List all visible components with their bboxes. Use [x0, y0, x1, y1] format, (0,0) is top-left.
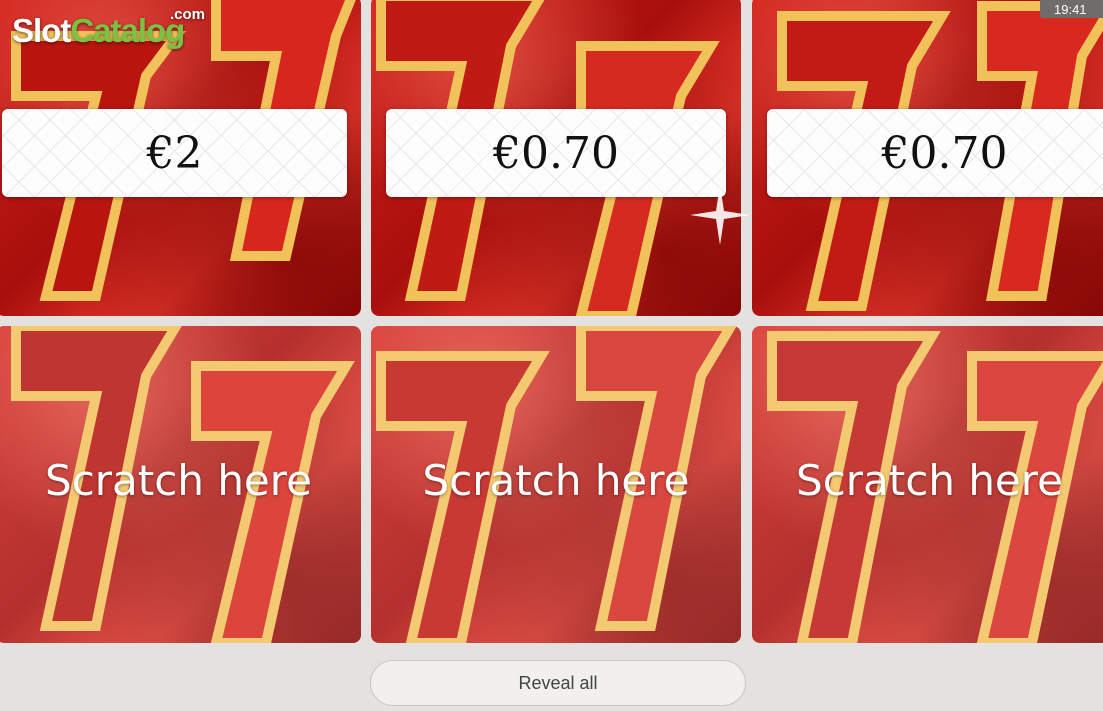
status-clock: 19:41	[1040, 0, 1103, 18]
logo-tld-text: .com	[170, 6, 206, 23]
logo-catalog-text: Catalog	[70, 12, 185, 49]
prize-value: €0.70	[493, 127, 619, 179]
scratch-here-label: Scratch here	[422, 456, 690, 505]
prize-card: €2	[2, 109, 347, 197]
reveal-all-button[interactable]: Reveal all	[370, 660, 746, 706]
scratch-tile-5[interactable]: Scratch here	[371, 326, 741, 643]
prize-value: €2	[146, 127, 203, 179]
prize-card: €0.70	[386, 109, 726, 197]
scratch-tile-3[interactable]: €0.70	[752, 0, 1103, 316]
slotcatalog-logo: SlotCatalog .com	[12, 6, 205, 50]
prize-value: €0.70	[881, 127, 1008, 179]
scratch-here-label: Scratch here	[45, 456, 312, 505]
scratch-tile-6[interactable]: Scratch here	[752, 326, 1103, 643]
scratch-tile-2[interactable]: €0.70	[371, 0, 741, 316]
prize-card: €0.70	[767, 109, 1103, 197]
scratch-here-label: Scratch here	[796, 456, 1063, 505]
scratch-tile-4[interactable]: Scratch here	[0, 326, 361, 643]
logo-slot-text: Slot	[12, 12, 71, 49]
